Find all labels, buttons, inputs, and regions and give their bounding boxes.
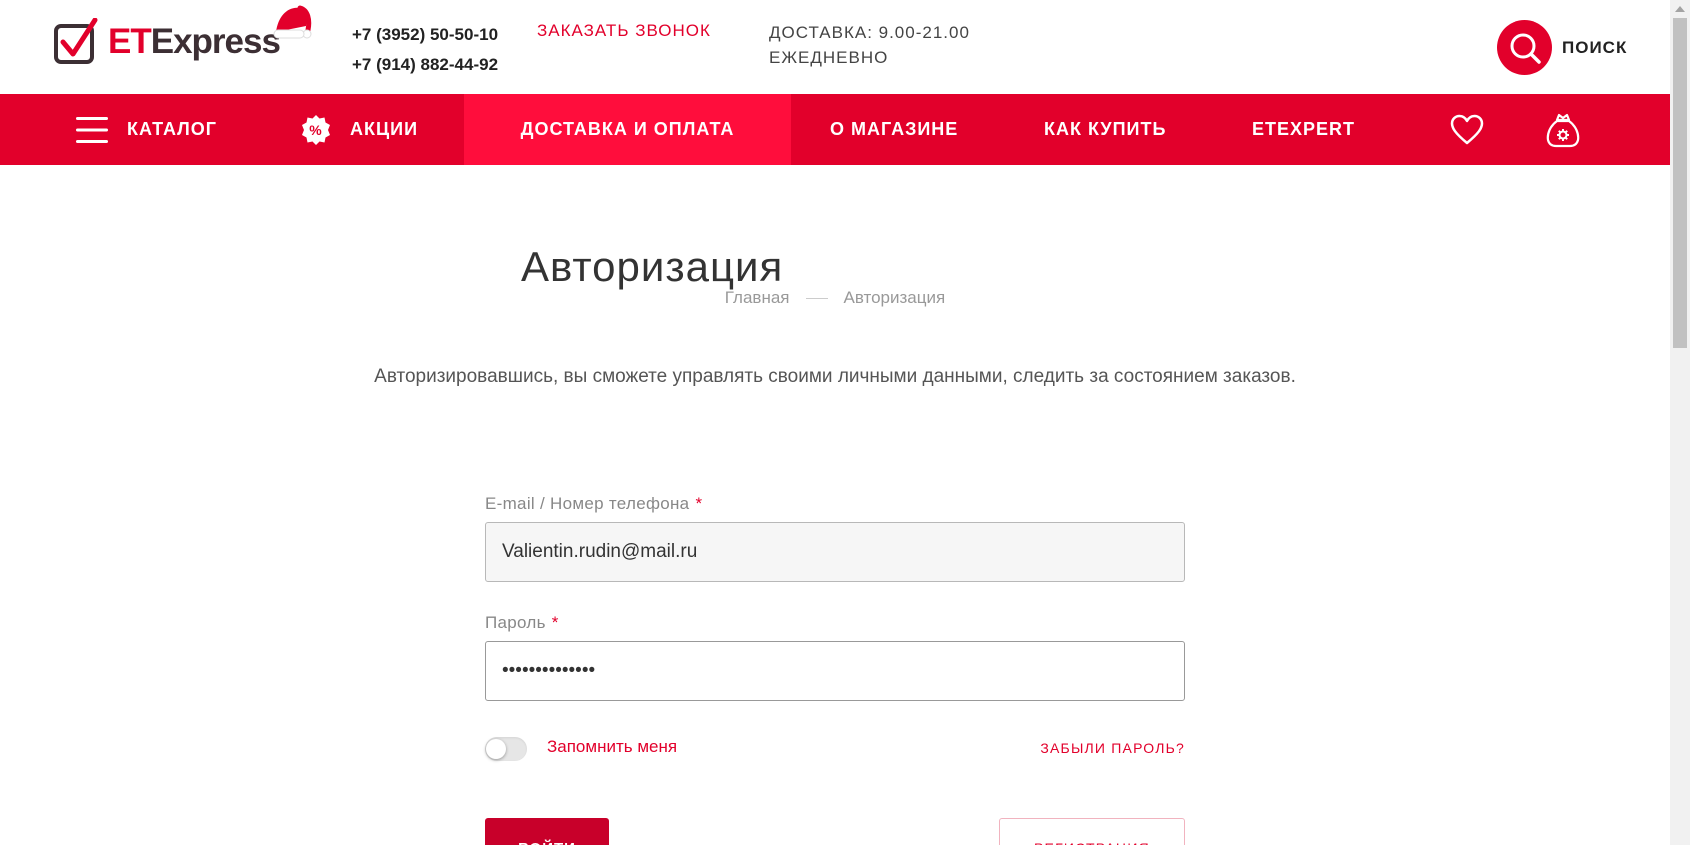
login-label-text: E-mail / Номер телефона <box>485 494 690 513</box>
phone-primary[interactable]: +7 (3952) 50-50-10 <box>352 20 498 50</box>
site-logo[interactable]: ETExpress <box>54 14 281 68</box>
breadcrumb: Главная Авторизация <box>0 288 1670 308</box>
checkmark-logo-icon <box>54 17 100 64</box>
nav-item-label[interactable]: ETEXPERT <box>1252 119 1355 140</box>
percent-badge-icon[interactable]: % <box>300 114 332 146</box>
delivery-hours-line2: ЕЖЕДНЕВНО <box>769 48 889 67</box>
bag-icon[interactable] <box>1545 112 1581 148</box>
forgot-password-link[interactable]: ЗАБЫЛИ ПАРОЛЬ? <box>1040 740 1185 756</box>
remember-me-toggle[interactable] <box>485 737 527 761</box>
menu-icon[interactable] <box>76 115 108 145</box>
breadcrumb-current: Авторизация <box>843 288 946 307</box>
nav-item-about[interactable]: О МАГАЗИНЕ <box>830 94 958 165</box>
nav-item-label[interactable]: КАТАЛОГ <box>127 119 217 140</box>
required-mark: * <box>695 494 703 513</box>
nav-item-how-to-buy[interactable]: КАК КУПИТЬ <box>1044 94 1166 165</box>
logo-wordmark: ETExpress <box>108 21 281 61</box>
intro-text: Авторизировавшись, вы сможете управлять … <box>374 366 1296 387</box>
heart-icon[interactable] <box>1450 114 1484 146</box>
nav-item-label[interactable]: О МАГАЗИНЕ <box>830 119 958 140</box>
breadcrumb-separator <box>805 298 828 300</box>
remember-me-label[interactable]: Запомнить меня <box>547 737 677 757</box>
site-header: ETExpress +7 (3952) 50-50-10 +7 (914) 88… <box>0 0 1670 94</box>
required-mark: * <box>551 613 559 632</box>
search-label[interactable]: ПОИСК <box>1562 38 1627 58</box>
nav-item-catalog[interactable]: КАТАЛОГ <box>76 94 217 165</box>
main-nav: КАТАЛОГ % АКЦИИ ДОСТАВКА И ОПЛАТА О МАГА… <box>0 94 1670 165</box>
delivery-hours-line1: ДОСТАВКА: 9.00-21.00 <box>769 23 970 42</box>
nav-item-label[interactable]: АКЦИИ <box>350 119 418 140</box>
phone-numbers: +7 (3952) 50-50-10 +7 (914) 882-44-92 <box>352 20 498 80</box>
toggle-knob <box>486 739 506 759</box>
nav-item-label[interactable]: ДОСТАВКА И ОПЛАТА <box>521 119 735 140</box>
login-button[interactable]: ВОЙТИ <box>485 818 609 845</box>
password-label-text: Пароль <box>485 613 546 632</box>
delivery-hours: ДОСТАВКА: 9.00-21.00 ЕЖЕДНЕВНО <box>769 20 970 70</box>
remember-row: Запомнить меня ЗАБЫЛИ ПАРОЛЬ? <box>485 732 1185 762</box>
login-field-label: E-mail / Номер телефона * <box>485 494 1185 514</box>
nav-item-etexpert[interactable]: ETEXPERT <box>1252 94 1355 165</box>
page-title: Авторизация <box>521 243 784 291</box>
nav-item-promotions[interactable]: % АКЦИИ <box>300 94 418 165</box>
svg-text:%: % <box>309 122 322 138</box>
email-phone-input[interactable] <box>485 522 1185 582</box>
breadcrumb-home-link[interactable]: Главная <box>725 288 790 307</box>
search-icon[interactable] <box>1497 20 1552 75</box>
register-button[interactable]: РЕГИСТРАЦИЯ <box>999 818 1185 845</box>
page-scrollbar[interactable] <box>1670 0 1690 845</box>
cart-button[interactable] <box>1545 94 1581 165</box>
scroll-up-arrow-icon[interactable] <box>1675 6 1685 12</box>
favorites-button[interactable] <box>1450 94 1484 165</box>
search-button[interactable]: ПОИСК <box>1497 20 1627 75</box>
phone-secondary[interactable]: +7 (914) 882-44-92 <box>352 50 498 80</box>
callback-link[interactable]: ЗАКАЗАТЬ ЗВОНОК <box>537 21 711 41</box>
scrollbar-thumb[interactable] <box>1673 18 1687 348</box>
santa-hat-icon <box>272 2 312 53</box>
page: ETExpress +7 (3952) 50-50-10 +7 (914) 88… <box>0 0 1670 845</box>
login-form: E-mail / Номер телефона * Пароль * Запомни… <box>485 494 1185 845</box>
password-input[interactable] <box>485 641 1185 701</box>
nav-item-delivery-payment[interactable]: ДОСТАВКА И ОПЛАТА <box>464 94 791 165</box>
nav-item-label[interactable]: КАК КУПИТЬ <box>1044 119 1166 140</box>
password-field-label: Пароль * <box>485 613 1185 633</box>
